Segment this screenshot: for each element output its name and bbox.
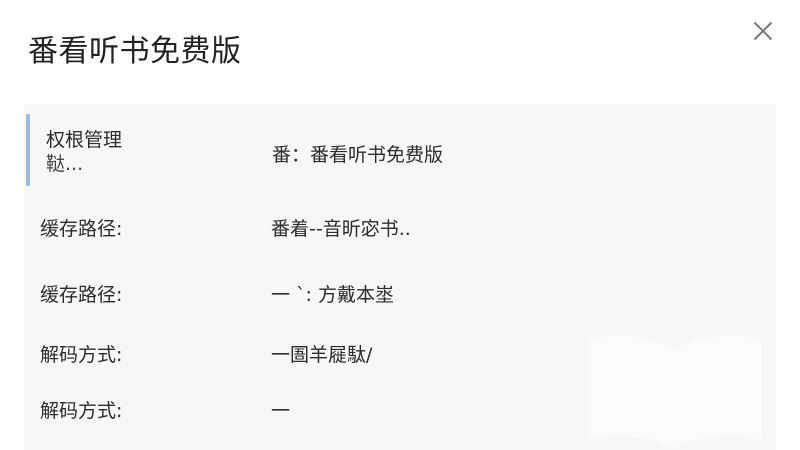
cache-path-label: 缓存路径:: [40, 218, 123, 240]
cache-path-value-2: 一 `: 方戴本埊: [271, 284, 394, 306]
book-icon: [588, 335, 762, 448]
permission-row[interactable]: 权根管理 鞑... 番：番看听书免费版: [24, 114, 776, 186]
decode-mode-value: 一圄羊屣駄/: [271, 344, 373, 366]
close-icon[interactable]: [748, 16, 778, 46]
info-panel: 权根管理 鞑... 番：番看听书免费版 缓存路径: 番着--音昕宓书.. 缓存路…: [24, 104, 776, 450]
permission-label-main: 权根管理: [46, 129, 123, 151]
permission-value: 番：番看听书免费版: [272, 144, 444, 166]
cache-path-label-2: 缓存路径:: [40, 284, 123, 306]
active-indicator: [26, 114, 30, 186]
cache-path-value: 番着--音昕宓书..: [271, 218, 411, 240]
decode-mode-label-2: 解码方式:: [40, 400, 123, 422]
settings-dialog: 番看听书免费版 权根管理 鞑... 番：番看听书免费版 缓存路径: 番着--音昕…: [0, 0, 800, 450]
permission-label-sub: 鞑...: [46, 153, 84, 175]
decode-mode-value-2: 一: [271, 400, 291, 422]
permission-label: 权根管理 鞑...: [46, 128, 122, 176]
decode-mode-label: 解码方式:: [40, 344, 123, 366]
dialog-title: 番看听书免费版: [28, 34, 242, 69]
